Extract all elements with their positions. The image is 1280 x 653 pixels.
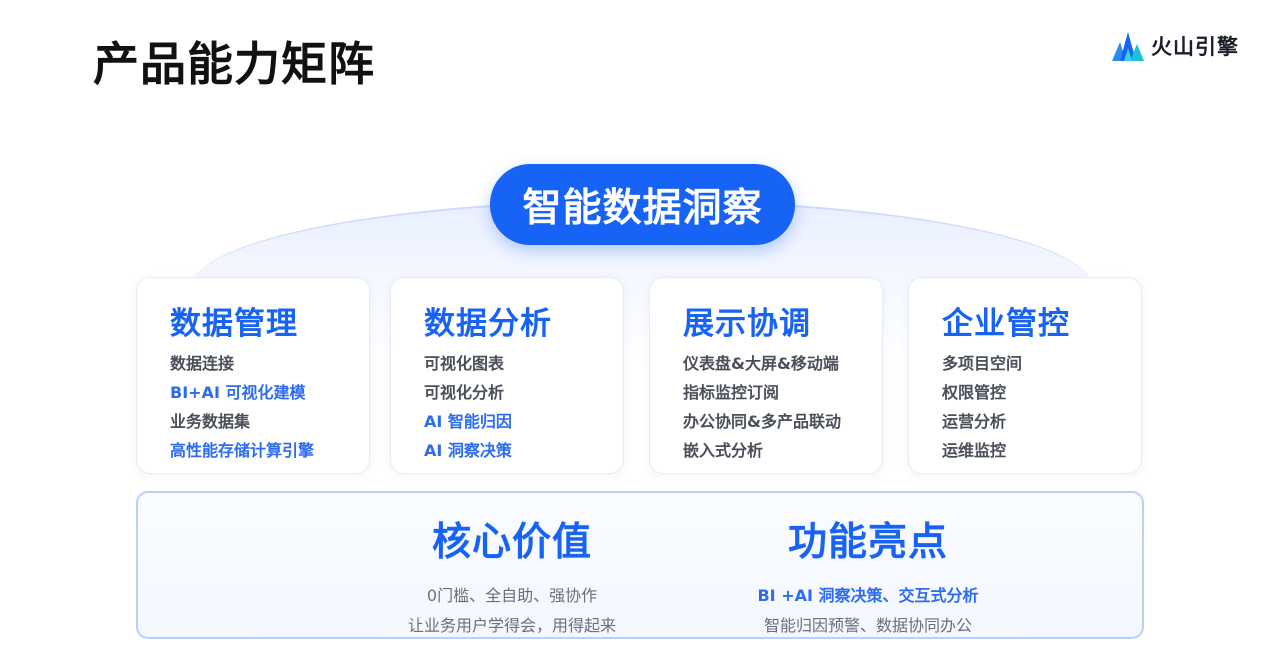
card-item: 多项目空间: [942, 354, 1023, 373]
highlights-title: 功能亮点: [787, 520, 948, 565]
card-item: 权限管控: [942, 383, 1007, 402]
card-item-highlight: 高性能存储计算引擎: [170, 441, 315, 460]
card-item-highlight: AI 智能归因: [424, 412, 512, 431]
bottom-summary-panel: 核心价值 0门槛、全自助、强协作 让业务用户学得会，用得起来 功能亮点 BI +…: [136, 491, 1144, 639]
center-pill: 智能数据洞察: [490, 164, 795, 245]
card-item: 业务数据集: [170, 412, 251, 431]
core-value-line: 让业务用户学得会，用得起来: [407, 616, 616, 635]
card-item: 嵌入式分析: [683, 441, 764, 460]
card-title: 数据管理: [170, 306, 298, 342]
highlights-line: 智能归因预警、数据协同办公: [763, 616, 972, 635]
core-value-title: 核心价值: [431, 520, 592, 565]
card-item: 可视化图表: [424, 354, 505, 373]
logo-text: 火山引擎: [1151, 35, 1239, 59]
highlights-section: 功能亮点 BI +AI 洞察决策、交互式分析 智能归因预警、数据协同办公: [698, 493, 1038, 641]
card-item: 运营分析: [942, 412, 1007, 431]
card-item-highlight: BI+AI 可视化建模: [170, 383, 306, 402]
highlights-line-emphasis: BI +AI 洞察决策、交互式分析: [757, 586, 979, 605]
capability-card-enterprise-control: 企业管控 多项目空间 权限管控 运营分析 运维监控: [908, 277, 1142, 474]
capability-card-display-collaboration: 展示协调 仪表盘&大屏&移动端 指标监控订阅 办公协同&多产品联动 嵌入式分析: [649, 277, 883, 474]
mountain-logo-icon: [1112, 32, 1144, 61]
card-item: 仪表盘&大屏&移动端: [683, 354, 839, 373]
card-title: 展示协调: [683, 306, 811, 342]
capability-card-data-analysis: 数据分析 可视化图表 可视化分析 AI 智能归因 AI 洞察决策: [390, 277, 624, 474]
card-item: 办公协同&多产品联动: [683, 412, 841, 431]
core-value-line: 0门槛、全自助、强协作: [426, 586, 598, 605]
card-item-list: 多项目空间 权限管控 运营分析 运维监控: [942, 353, 1022, 469]
page-title: 产品能力矩阵: [93, 37, 375, 91]
capability-card-data-management: 数据管理 数据连接 BI+AI 可视化建模 业务数据集 高性能存储计算引擎: [136, 277, 370, 474]
card-item: 可视化分析: [424, 383, 505, 402]
core-value-section: 核心价值 0门槛、全自助、强协作 让业务用户学得会，用得起来: [342, 493, 682, 641]
card-title: 企业管控: [942, 306, 1070, 342]
card-item: 运维监控: [942, 441, 1007, 460]
volcengine-logo: 火山引擎: [1111, 30, 1239, 62]
card-title: 数据分析: [424, 306, 552, 342]
card-item: 指标监控订阅: [683, 383, 780, 402]
card-item-list: 仪表盘&大屏&移动端 指标监控订阅 办公协同&多产品联动 嵌入式分析: [683, 353, 841, 469]
card-item-highlight: AI 洞察决策: [424, 441, 512, 460]
card-item-list: 数据连接 BI+AI 可视化建模 业务数据集 高性能存储计算引擎: [170, 353, 314, 469]
card-item: 数据连接: [170, 354, 235, 373]
card-item-list: 可视化图表 可视化分析 AI 智能归因 AI 洞察决策: [424, 353, 512, 469]
